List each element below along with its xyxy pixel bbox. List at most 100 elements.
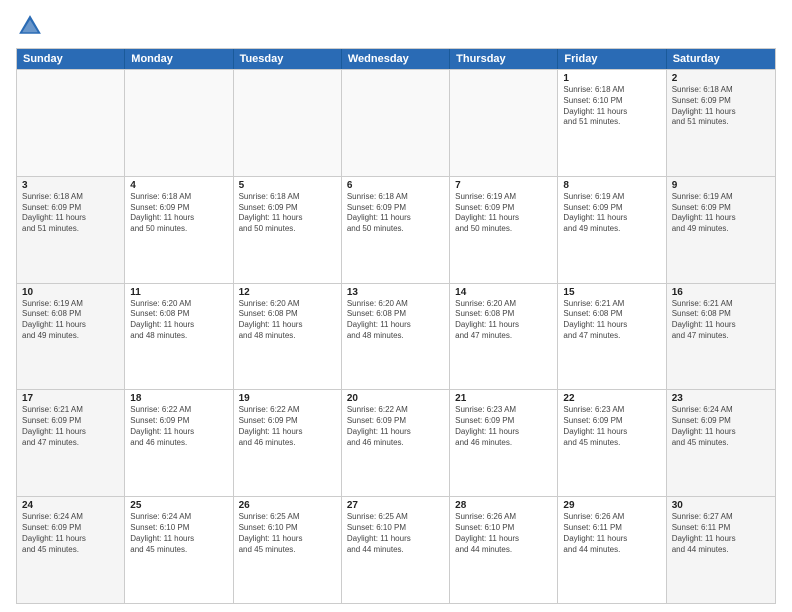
cell-info: Sunrise: 6:22 AM Sunset: 6:09 PM Dayligh… — [130, 405, 227, 448]
cell-info: Sunrise: 6:25 AM Sunset: 6:10 PM Dayligh… — [239, 512, 336, 555]
header-day-wednesday: Wednesday — [342, 49, 450, 69]
day-number: 21 — [455, 393, 552, 404]
cell-info: Sunrise: 6:22 AM Sunset: 6:09 PM Dayligh… — [347, 405, 444, 448]
day-number: 20 — [347, 393, 444, 404]
calendar-row-4: 24Sunrise: 6:24 AM Sunset: 6:09 PM Dayli… — [17, 496, 775, 603]
cell-info: Sunrise: 6:24 AM Sunset: 6:09 PM Dayligh… — [22, 512, 119, 555]
day-number: 12 — [239, 287, 336, 298]
cell-info: Sunrise: 6:18 AM Sunset: 6:09 PM Dayligh… — [22, 192, 119, 235]
calendar-cell: 6Sunrise: 6:18 AM Sunset: 6:09 PM Daylig… — [342, 177, 450, 283]
calendar-cell: 14Sunrise: 6:20 AM Sunset: 6:08 PM Dayli… — [450, 284, 558, 390]
calendar-cell: 5Sunrise: 6:18 AM Sunset: 6:09 PM Daylig… — [234, 177, 342, 283]
cell-info: Sunrise: 6:18 AM Sunset: 6:09 PM Dayligh… — [347, 192, 444, 235]
header-day-monday: Monday — [125, 49, 233, 69]
day-number: 28 — [455, 500, 552, 511]
calendar-row-0: 1Sunrise: 6:18 AM Sunset: 6:10 PM Daylig… — [17, 69, 775, 176]
calendar-cell: 7Sunrise: 6:19 AM Sunset: 6:09 PM Daylig… — [450, 177, 558, 283]
day-number: 17 — [22, 393, 119, 404]
day-number: 11 — [130, 287, 227, 298]
cell-info: Sunrise: 6:25 AM Sunset: 6:10 PM Dayligh… — [347, 512, 444, 555]
cell-info: Sunrise: 6:19 AM Sunset: 6:09 PM Dayligh… — [455, 192, 552, 235]
calendar-cell: 16Sunrise: 6:21 AM Sunset: 6:08 PM Dayli… — [667, 284, 775, 390]
calendar-cell: 25Sunrise: 6:24 AM Sunset: 6:10 PM Dayli… — [125, 497, 233, 603]
page: SundayMondayTuesdayWednesdayThursdayFrid… — [0, 0, 792, 612]
calendar-cell: 9Sunrise: 6:19 AM Sunset: 6:09 PM Daylig… — [667, 177, 775, 283]
calendar-row-3: 17Sunrise: 6:21 AM Sunset: 6:09 PM Dayli… — [17, 389, 775, 496]
calendar-cell: 13Sunrise: 6:20 AM Sunset: 6:08 PM Dayli… — [342, 284, 450, 390]
header-day-friday: Friday — [558, 49, 666, 69]
day-number: 4 — [130, 180, 227, 191]
cell-info: Sunrise: 6:18 AM Sunset: 6:09 PM Dayligh… — [130, 192, 227, 235]
header-day-saturday: Saturday — [667, 49, 775, 69]
day-number: 10 — [22, 287, 119, 298]
calendar-cell: 15Sunrise: 6:21 AM Sunset: 6:08 PM Dayli… — [558, 284, 666, 390]
cell-info: Sunrise: 6:27 AM Sunset: 6:11 PM Dayligh… — [672, 512, 770, 555]
day-number: 29 — [563, 500, 660, 511]
day-number: 3 — [22, 180, 119, 191]
day-number: 30 — [672, 500, 770, 511]
logo — [16, 12, 48, 40]
calendar-cell: 11Sunrise: 6:20 AM Sunset: 6:08 PM Dayli… — [125, 284, 233, 390]
cell-info: Sunrise: 6:24 AM Sunset: 6:09 PM Dayligh… — [672, 405, 770, 448]
calendar-cell: 2Sunrise: 6:18 AM Sunset: 6:09 PM Daylig… — [667, 70, 775, 176]
cell-info: Sunrise: 6:19 AM Sunset: 6:08 PM Dayligh… — [22, 299, 119, 342]
cell-info: Sunrise: 6:23 AM Sunset: 6:09 PM Dayligh… — [563, 405, 660, 448]
cell-info: Sunrise: 6:18 AM Sunset: 6:10 PM Dayligh… — [563, 85, 660, 128]
cell-info: Sunrise: 6:18 AM Sunset: 6:09 PM Dayligh… — [239, 192, 336, 235]
calendar-cell: 3Sunrise: 6:18 AM Sunset: 6:09 PM Daylig… — [17, 177, 125, 283]
calendar-cell: 8Sunrise: 6:19 AM Sunset: 6:09 PM Daylig… — [558, 177, 666, 283]
cell-info: Sunrise: 6:20 AM Sunset: 6:08 PM Dayligh… — [347, 299, 444, 342]
day-number: 27 — [347, 500, 444, 511]
cell-info: Sunrise: 6:24 AM Sunset: 6:10 PM Dayligh… — [130, 512, 227, 555]
calendar-cell: 27Sunrise: 6:25 AM Sunset: 6:10 PM Dayli… — [342, 497, 450, 603]
calendar-cell: 22Sunrise: 6:23 AM Sunset: 6:09 PM Dayli… — [558, 390, 666, 496]
calendar-cell: 29Sunrise: 6:26 AM Sunset: 6:11 PM Dayli… — [558, 497, 666, 603]
header — [16, 12, 776, 40]
day-number: 22 — [563, 393, 660, 404]
day-number: 19 — [239, 393, 336, 404]
cell-info: Sunrise: 6:23 AM Sunset: 6:09 PM Dayligh… — [455, 405, 552, 448]
day-number: 1 — [563, 73, 660, 84]
cell-info: Sunrise: 6:21 AM Sunset: 6:08 PM Dayligh… — [563, 299, 660, 342]
day-number: 2 — [672, 73, 770, 84]
calendar-header: SundayMondayTuesdayWednesdayThursdayFrid… — [17, 49, 775, 69]
calendar-cell — [17, 70, 125, 176]
cell-info: Sunrise: 6:21 AM Sunset: 6:08 PM Dayligh… — [672, 299, 770, 342]
calendar-cell: 26Sunrise: 6:25 AM Sunset: 6:10 PM Dayli… — [234, 497, 342, 603]
cell-info: Sunrise: 6:20 AM Sunset: 6:08 PM Dayligh… — [455, 299, 552, 342]
calendar-cell: 4Sunrise: 6:18 AM Sunset: 6:09 PM Daylig… — [125, 177, 233, 283]
day-number: 6 — [347, 180, 444, 191]
calendar-row-1: 3Sunrise: 6:18 AM Sunset: 6:09 PM Daylig… — [17, 176, 775, 283]
calendar-cell — [234, 70, 342, 176]
day-number: 9 — [672, 180, 770, 191]
calendar-cell: 10Sunrise: 6:19 AM Sunset: 6:08 PM Dayli… — [17, 284, 125, 390]
cell-info: Sunrise: 6:22 AM Sunset: 6:09 PM Dayligh… — [239, 405, 336, 448]
calendar-cell: 20Sunrise: 6:22 AM Sunset: 6:09 PM Dayli… — [342, 390, 450, 496]
day-number: 8 — [563, 180, 660, 191]
calendar-cell: 18Sunrise: 6:22 AM Sunset: 6:09 PM Dayli… — [125, 390, 233, 496]
calendar-row-2: 10Sunrise: 6:19 AM Sunset: 6:08 PM Dayli… — [17, 283, 775, 390]
day-number: 7 — [455, 180, 552, 191]
calendar-cell: 17Sunrise: 6:21 AM Sunset: 6:09 PM Dayli… — [17, 390, 125, 496]
cell-info: Sunrise: 6:19 AM Sunset: 6:09 PM Dayligh… — [563, 192, 660, 235]
day-number: 15 — [563, 287, 660, 298]
header-day-thursday: Thursday — [450, 49, 558, 69]
calendar: SundayMondayTuesdayWednesdayThursdayFrid… — [16, 48, 776, 604]
calendar-cell — [450, 70, 558, 176]
logo-icon — [16, 12, 44, 40]
calendar-cell: 30Sunrise: 6:27 AM Sunset: 6:11 PM Dayli… — [667, 497, 775, 603]
cell-info: Sunrise: 6:21 AM Sunset: 6:09 PM Dayligh… — [22, 405, 119, 448]
calendar-cell: 21Sunrise: 6:23 AM Sunset: 6:09 PM Dayli… — [450, 390, 558, 496]
day-number: 23 — [672, 393, 770, 404]
cell-info: Sunrise: 6:18 AM Sunset: 6:09 PM Dayligh… — [672, 85, 770, 128]
calendar-cell: 23Sunrise: 6:24 AM Sunset: 6:09 PM Dayli… — [667, 390, 775, 496]
cell-info: Sunrise: 6:19 AM Sunset: 6:09 PM Dayligh… — [672, 192, 770, 235]
day-number: 14 — [455, 287, 552, 298]
calendar-cell: 28Sunrise: 6:26 AM Sunset: 6:10 PM Dayli… — [450, 497, 558, 603]
header-day-tuesday: Tuesday — [234, 49, 342, 69]
cell-info: Sunrise: 6:26 AM Sunset: 6:10 PM Dayligh… — [455, 512, 552, 555]
day-number: 5 — [239, 180, 336, 191]
day-number: 13 — [347, 287, 444, 298]
day-number: 24 — [22, 500, 119, 511]
calendar-cell: 19Sunrise: 6:22 AM Sunset: 6:09 PM Dayli… — [234, 390, 342, 496]
